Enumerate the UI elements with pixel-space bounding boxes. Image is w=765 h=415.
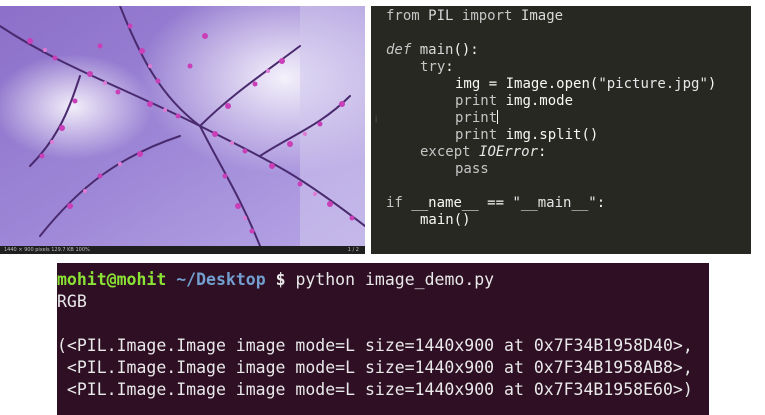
code-line-5: img = Image.open("picture.jpg") [455,76,717,92]
terminal-output-line: <PIL.Image.Image image mode=L size=1440x… [57,380,693,399]
prompt-path: ~/Desktop [176,270,266,289]
code-editor[interactable]: ⁞ from PIL import Image def main(): try:… [371,6,751,254]
code-line-10: pass [455,161,489,177]
image-info-text: 1440 × 900 pixels 129.7 KB 100% [4,247,90,253]
terminal-output-line: (<PIL.Image.Image image mode=L size=1440… [57,336,693,355]
prompt-user: mohit@mohit [57,270,167,289]
image-viewer: 1440 × 900 pixels 129.7 KB 100% 1 / 2 [0,6,365,254]
code-line-8: print img.split() [455,127,599,143]
terminal-output-line: <PIL.Image.Image image mode=L size=1440x… [57,358,693,377]
image-page-indicator: 1 / 2 [347,247,359,253]
code-line-12: if __name__ == "__main__": [386,195,606,211]
code-line-13: main() [420,212,471,228]
code-line-6: print img.mode [455,93,574,109]
code-line-7: print [455,110,499,126]
blossom-photo [0,6,365,246]
viewer-status-bar: 1440 × 900 pixels 129.7 KB 100% 1 / 2 [0,246,365,254]
code-line-9: except IOError: [420,144,547,160]
prompt-symbol: $ [275,270,286,289]
gutter-marker: ⁞ [375,115,378,124]
text-cursor [497,110,499,124]
terminal-output-line: RGB [57,292,87,311]
terminal-prompt-line: mohit@mohit ~/Desktop $ python image_dem… [57,269,494,291]
code-line-3: def main(): [386,42,479,58]
code-line-1: from PIL import Image [386,8,564,24]
terminal-window[interactable]: mohit@mohit ~/Desktop $ python image_dem… [57,263,709,415]
code-line-4: try: [420,59,454,75]
terminal-command: python image_demo.py [295,270,495,289]
